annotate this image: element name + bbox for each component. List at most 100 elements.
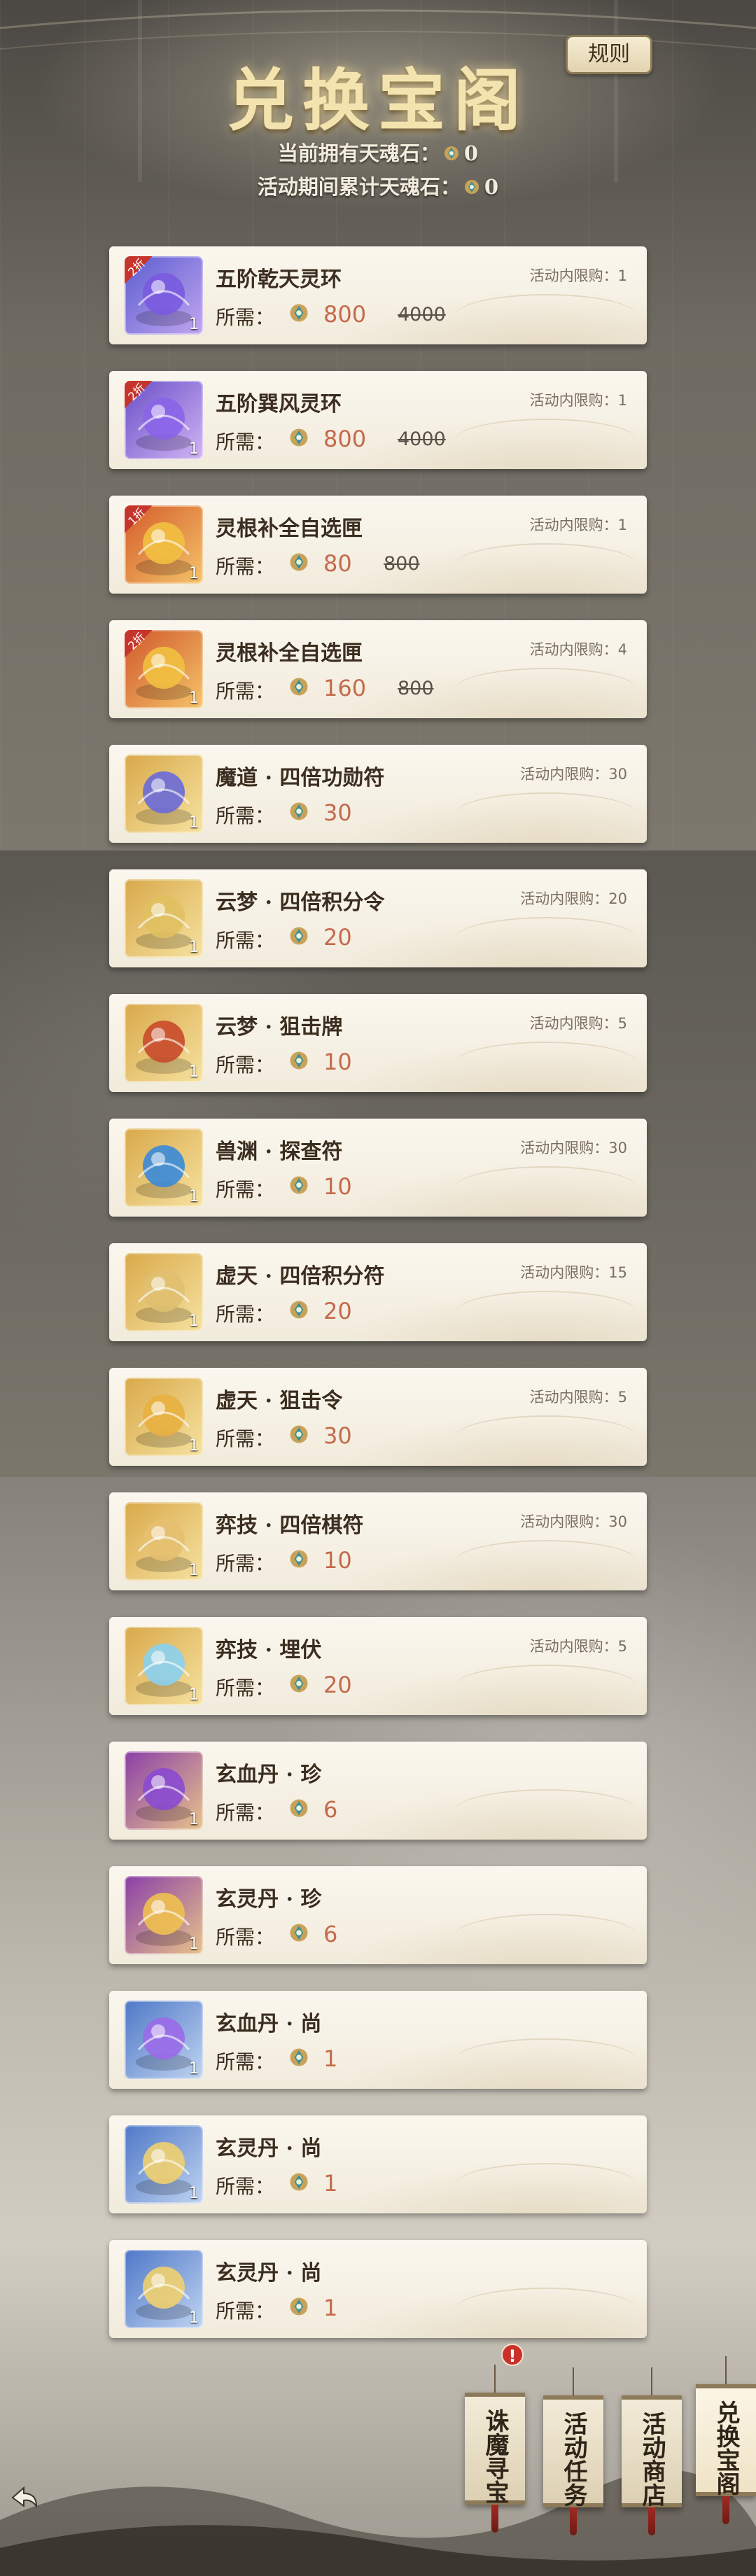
item-name: 玄血丹 · 珍 [216, 1763, 322, 1787]
item-thumbnail: 1 [125, 2125, 203, 2204]
discount-badge: 1折 [125, 505, 153, 533]
item-name: 弈技 · 四倍棋符 [216, 1513, 364, 1538]
tassel [570, 2507, 577, 2535]
cord [494, 2365, 496, 2393]
item-name: 虚天 · 狙击令 [216, 1389, 343, 1413]
item-price: 10 [323, 1547, 352, 1574]
item-price: 800 [323, 301, 367, 328]
item-name: 弈技 · 埋伏 [216, 1638, 322, 1662]
exchange-item-card[interactable]: 1折 1 灵根补全自选匣 活动内限购：1 所需： 80 800 [109, 496, 647, 594]
cost-label: 所需： [216, 929, 275, 952]
soul-stone-icon [288, 2296, 309, 2320]
tab-label: 活动商店 [638, 2412, 666, 2507]
exchange-item-card[interactable]: 1 弈技 · 四倍棋符 活动内限购：30 所需： 10 [109, 1492, 647, 1590]
item-name: 玄灵丹 · 尚 [216, 2136, 322, 2161]
soul-stone-icon [288, 676, 309, 700]
purchase-limit: 活动内限购：1 [529, 267, 627, 284]
total-label: 活动期间累计天魂石： [257, 175, 461, 199]
purchase-limit: 活动内限购：4 [529, 641, 627, 658]
alert-badge: ! [501, 2344, 524, 2366]
total-value: 0 [484, 175, 499, 199]
item-name: 虚天 · 四倍积分符 [216, 1264, 385, 1289]
soul-stone-icon [288, 1548, 309, 1572]
item-name: 灵根补全自选匣 [216, 517, 363, 541]
item-quantity: 1 [189, 565, 199, 582]
discount-badge: 2折 [125, 381, 153, 409]
back-arrow-icon[interactable] [3, 2477, 45, 2519]
cord [651, 2367, 652, 2395]
cost-label: 所需： [216, 804, 275, 827]
item-quantity: 1 [189, 1188, 199, 1205]
item-quantity: 1 [189, 2185, 199, 2202]
item-name: 兽渊 · 探查符 [216, 1140, 343, 1164]
exchange-item-card[interactable]: 1 虚天 · 狙击令 活动内限购：5 所需： 30 [109, 1368, 647, 1466]
soul-stone-icon [288, 1922, 309, 1946]
item-price: 800 [323, 426, 367, 452]
owned-value: 0 [463, 141, 479, 165]
exchange-item-card[interactable]: 1 魔道 · 四倍功勋符 活动内限购：30 所需： 30 [109, 745, 647, 843]
exchange-item-card[interactable]: 1 玄血丹 · 尚所需： 1 [109, 1991, 647, 2089]
soul-stone-icon [443, 143, 460, 167]
discount-badge: 2折 [125, 256, 153, 284]
soul-stone-icon [463, 176, 480, 200]
item-quantity: 1 [189, 1063, 199, 1081]
item-quantity: 1 [189, 2309, 199, 2327]
item-thumbnail: 1 [125, 1502, 203, 1581]
cost-label: 所需： [216, 1054, 275, 1077]
original-price: 4000 [398, 304, 446, 326]
exchange-item-card[interactable]: 1 玄灵丹 · 珍所需： 6 [109, 1866, 647, 1964]
item-quantity: 1 [189, 316, 199, 333]
purchase-limit: 活动内限购：1 [529, 392, 627, 409]
soul-stone-icon [288, 925, 309, 949]
item-name: 云梦 · 四倍积分令 [216, 890, 385, 915]
purchase-limit: 活动内限购：5 [529, 1638, 627, 1655]
exchange-item-card[interactable]: 2折 1 灵根补全自选匣 活动内限购：4 所需： 160 800 [109, 620, 647, 718]
item-quantity: 1 [189, 1437, 199, 1455]
item-quantity: 1 [189, 1686, 199, 1704]
cost-label: 所需： [216, 1801, 275, 1824]
item-quantity: 1 [189, 1562, 199, 1579]
soul-stone-icon [288, 2047, 309, 2071]
exchange-item-card[interactable]: 1 云梦 · 狙击牌 活动内限购：5 所需： 10 [109, 994, 647, 1092]
item-price: 20 [323, 1298, 352, 1324]
cost-label: 所需： [216, 1926, 275, 1949]
cord [573, 2367, 574, 2395]
soul-stone-icon [288, 1673, 309, 1697]
exchange-item-card[interactable]: 1 玄灵丹 · 尚所需： 1 [109, 2115, 647, 2213]
exchange-item-card[interactable]: 1 虚天 · 四倍积分符 活动内限购：15 所需： 20 [109, 1243, 647, 1341]
item-price: 1 [323, 2295, 338, 2321]
item-thumbnail: 1 [125, 1253, 203, 1331]
tab-label: 兑换宝阁 [712, 2400, 740, 2496]
exchange-item-card[interactable]: 2折 1 五阶乾天灵环 活动内限购：1 所需： 800 4000 [109, 246, 647, 344]
item-name: 云梦 · 狙击牌 [216, 1015, 343, 1040]
exchange-item-card[interactable]: 1 玄灵丹 · 尚所需： 1 [109, 2240, 647, 2338]
exchange-item-card[interactable]: 1 兽渊 · 探查符 活动内限购：30 所需： 10 [109, 1119, 647, 1217]
exchange-item-card[interactable]: 1 玄血丹 · 珍所需： 6 [109, 1742, 647, 1840]
soul-stone-icon [288, 1798, 309, 1821]
soul-stone-icon [288, 427, 309, 451]
item-quantity: 1 [189, 1811, 199, 1828]
item-quantity: 1 [189, 939, 199, 956]
item-thumbnail: 1 [125, 2001, 203, 2079]
exchange-item-card[interactable]: 1 云梦 · 四倍积分令 活动内限购：20 所需： 20 [109, 869, 647, 967]
item-thumbnail: 1 [125, 879, 203, 958]
cost-label: 所需： [216, 430, 275, 454]
cost-label: 所需： [216, 1676, 275, 1700]
item-price: 10 [323, 1173, 352, 1200]
cost-label: 所需： [216, 2175, 275, 2198]
cost-label: 所需： [216, 1178, 275, 1201]
item-quantity: 1 [189, 690, 199, 707]
exchange-item-card[interactable]: 1 弈技 · 埋伏 活动内限购：5 所需： 20 [109, 1617, 647, 1715]
purchase-limit: 活动内限购：30 [520, 766, 627, 783]
item-quantity: 1 [189, 814, 199, 832]
item-name: 玄灵丹 · 尚 [216, 2261, 322, 2286]
exchange-item-card[interactable]: 2折 1 五阶巽风灵环 活动内限购：1 所需： 800 4000 [109, 371, 647, 469]
discount-badge: 2折 [125, 630, 153, 658]
item-name: 玄灵丹 · 珍 [216, 1887, 322, 1912]
owned-label: 当前拥有天魂石： [277, 141, 440, 165]
item-price: 30 [323, 799, 352, 826]
item-thumbnail: 2折 1 [125, 381, 203, 459]
cost-label: 所需： [216, 306, 275, 329]
soul-stone-icon [288, 1050, 309, 1074]
purchase-limit: 活动内限购：15 [520, 1264, 627, 1281]
